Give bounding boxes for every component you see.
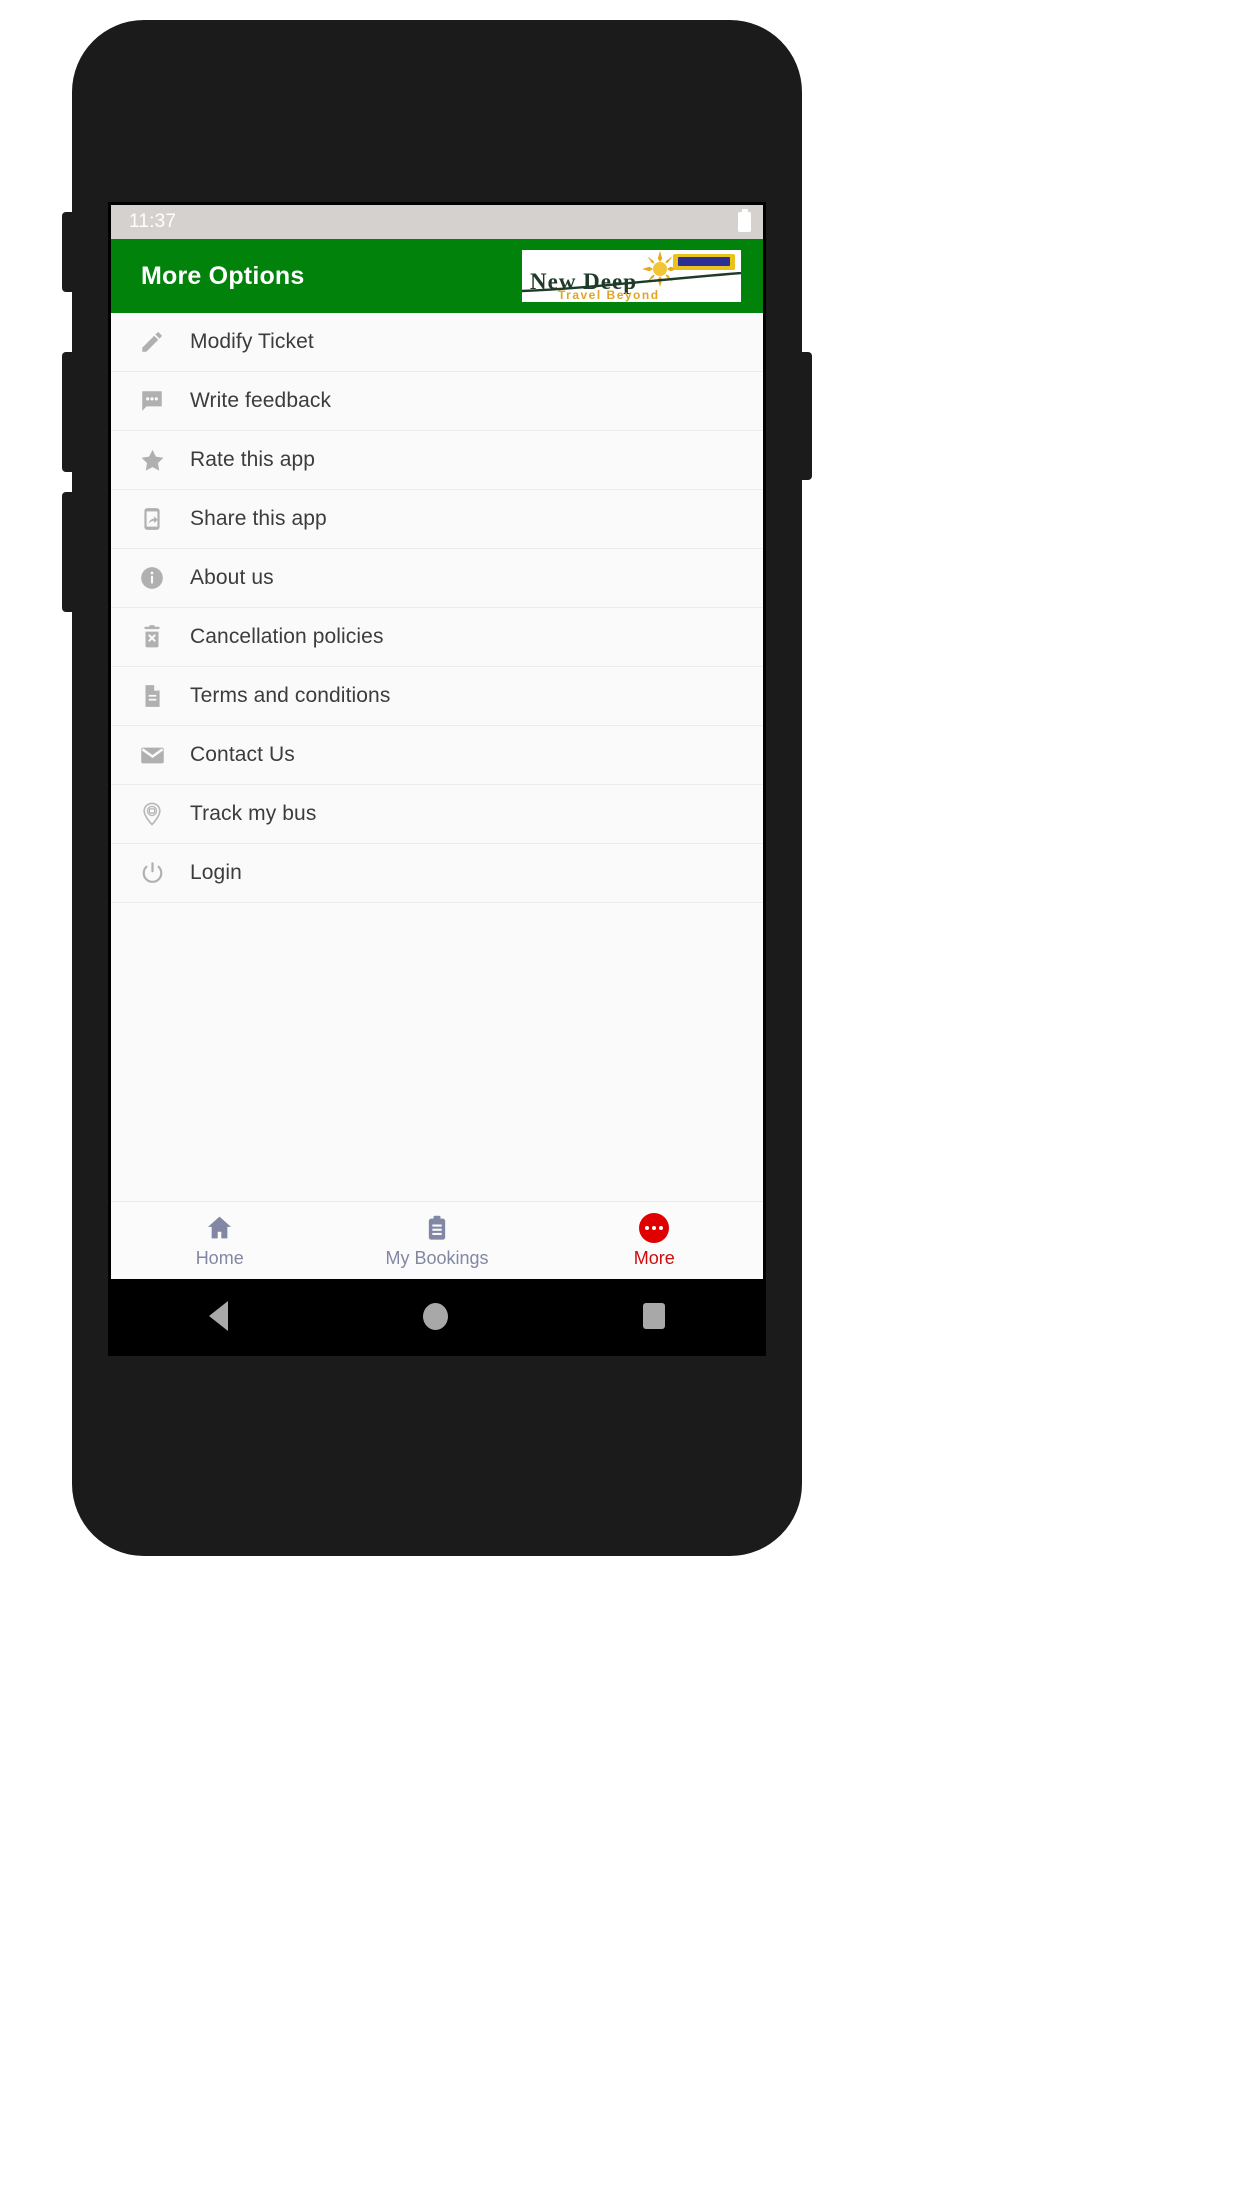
list-item-label: Track my bus bbox=[190, 802, 317, 825]
list-item-write-feedback[interactable]: Write feedback bbox=[111, 372, 763, 431]
bottom-navigation-bar: Home My Bookings More bbox=[111, 1201, 763, 1279]
ellipsis-icon bbox=[639, 1212, 670, 1243]
nav-item-more[interactable]: More bbox=[546, 1212, 763, 1269]
list-item-about-us[interactable]: About us bbox=[111, 549, 763, 608]
list-item-cancellation-policies[interactable]: Cancellation policies bbox=[111, 608, 763, 667]
list-item-label: Contact Us bbox=[190, 743, 295, 766]
power-icon bbox=[137, 858, 167, 888]
list-item-share-this-app[interactable]: Share this app bbox=[111, 490, 763, 549]
info-circle-icon bbox=[137, 563, 167, 593]
list-item-label: Write feedback bbox=[190, 389, 332, 412]
home-icon bbox=[205, 1213, 234, 1243]
document-icon bbox=[137, 681, 167, 711]
home-circle-icon[interactable] bbox=[422, 1302, 448, 1330]
list-item-login[interactable]: Login bbox=[111, 844, 763, 903]
side-button[interactable] bbox=[62, 492, 74, 612]
nav-item-label: More bbox=[633, 1247, 675, 1268]
list-item-track-my-bus[interactable]: Track my bus bbox=[111, 785, 763, 844]
recents-square-icon[interactable] bbox=[643, 1303, 666, 1329]
battery-icon bbox=[738, 209, 751, 232]
logo-tagline: Travel Beyond bbox=[558, 288, 660, 302]
list-empty-space bbox=[111, 903, 763, 998]
clipboard-icon bbox=[423, 1213, 451, 1243]
bus-icon bbox=[673, 254, 735, 270]
map-pin-bus-icon bbox=[137, 799, 167, 829]
nav-item-label: Home bbox=[195, 1247, 244, 1268]
power-button[interactable] bbox=[800, 352, 812, 480]
list-item-label: Rate this app bbox=[190, 448, 316, 471]
list-item-label: Login bbox=[190, 861, 242, 884]
phone-screen: 11:37 More Options New Deep Travel Beyon… bbox=[108, 202, 766, 1356]
list-item-modify-ticket[interactable]: Modify Ticket bbox=[111, 313, 763, 372]
nav-item-label: My Bookings bbox=[385, 1247, 489, 1268]
status-bar: 11:37 bbox=[111, 205, 763, 239]
pencil-icon bbox=[137, 327, 167, 357]
back-triangle-icon[interactable] bbox=[208, 1301, 228, 1331]
page-title: More Options bbox=[141, 261, 305, 290]
brand-logo: New Deep Travel Beyond bbox=[522, 250, 741, 302]
list-item-rate-this-app[interactable]: Rate this app bbox=[111, 431, 763, 490]
volume-down-button[interactable] bbox=[62, 352, 74, 472]
options-list: Modify Ticket Write feedback Rate this a… bbox=[111, 313, 763, 1201]
chat-bubble-icon bbox=[137, 386, 167, 416]
list-item-label: Share this app bbox=[190, 507, 327, 530]
nav-item-my-bookings[interactable]: My Bookings bbox=[328, 1213, 545, 1269]
app-bar: More Options New Deep Travel Beyond bbox=[111, 239, 763, 313]
phone-frame: 11:37 More Options New Deep Travel Beyon… bbox=[62, 20, 812, 1556]
envelope-icon bbox=[137, 740, 167, 770]
list-item-label: Terms and conditions bbox=[190, 684, 391, 707]
android-system-nav bbox=[111, 1279, 763, 1353]
list-item-contact-us[interactable]: Contact Us bbox=[111, 726, 763, 785]
list-item-terms-and-conditions[interactable]: Terms and conditions bbox=[111, 667, 763, 726]
list-item-label: About us bbox=[190, 566, 274, 589]
phone-share-icon bbox=[137, 504, 167, 534]
trash-x-icon bbox=[137, 622, 167, 652]
status-bar-clock: 11:37 bbox=[129, 211, 177, 232]
nav-item-home[interactable]: Home bbox=[111, 1213, 328, 1269]
volume-up-button[interactable] bbox=[62, 212, 74, 292]
star-icon bbox=[137, 445, 167, 475]
list-item-label: Cancellation policies bbox=[190, 625, 384, 648]
list-item-label: Modify Ticket bbox=[190, 330, 314, 353]
